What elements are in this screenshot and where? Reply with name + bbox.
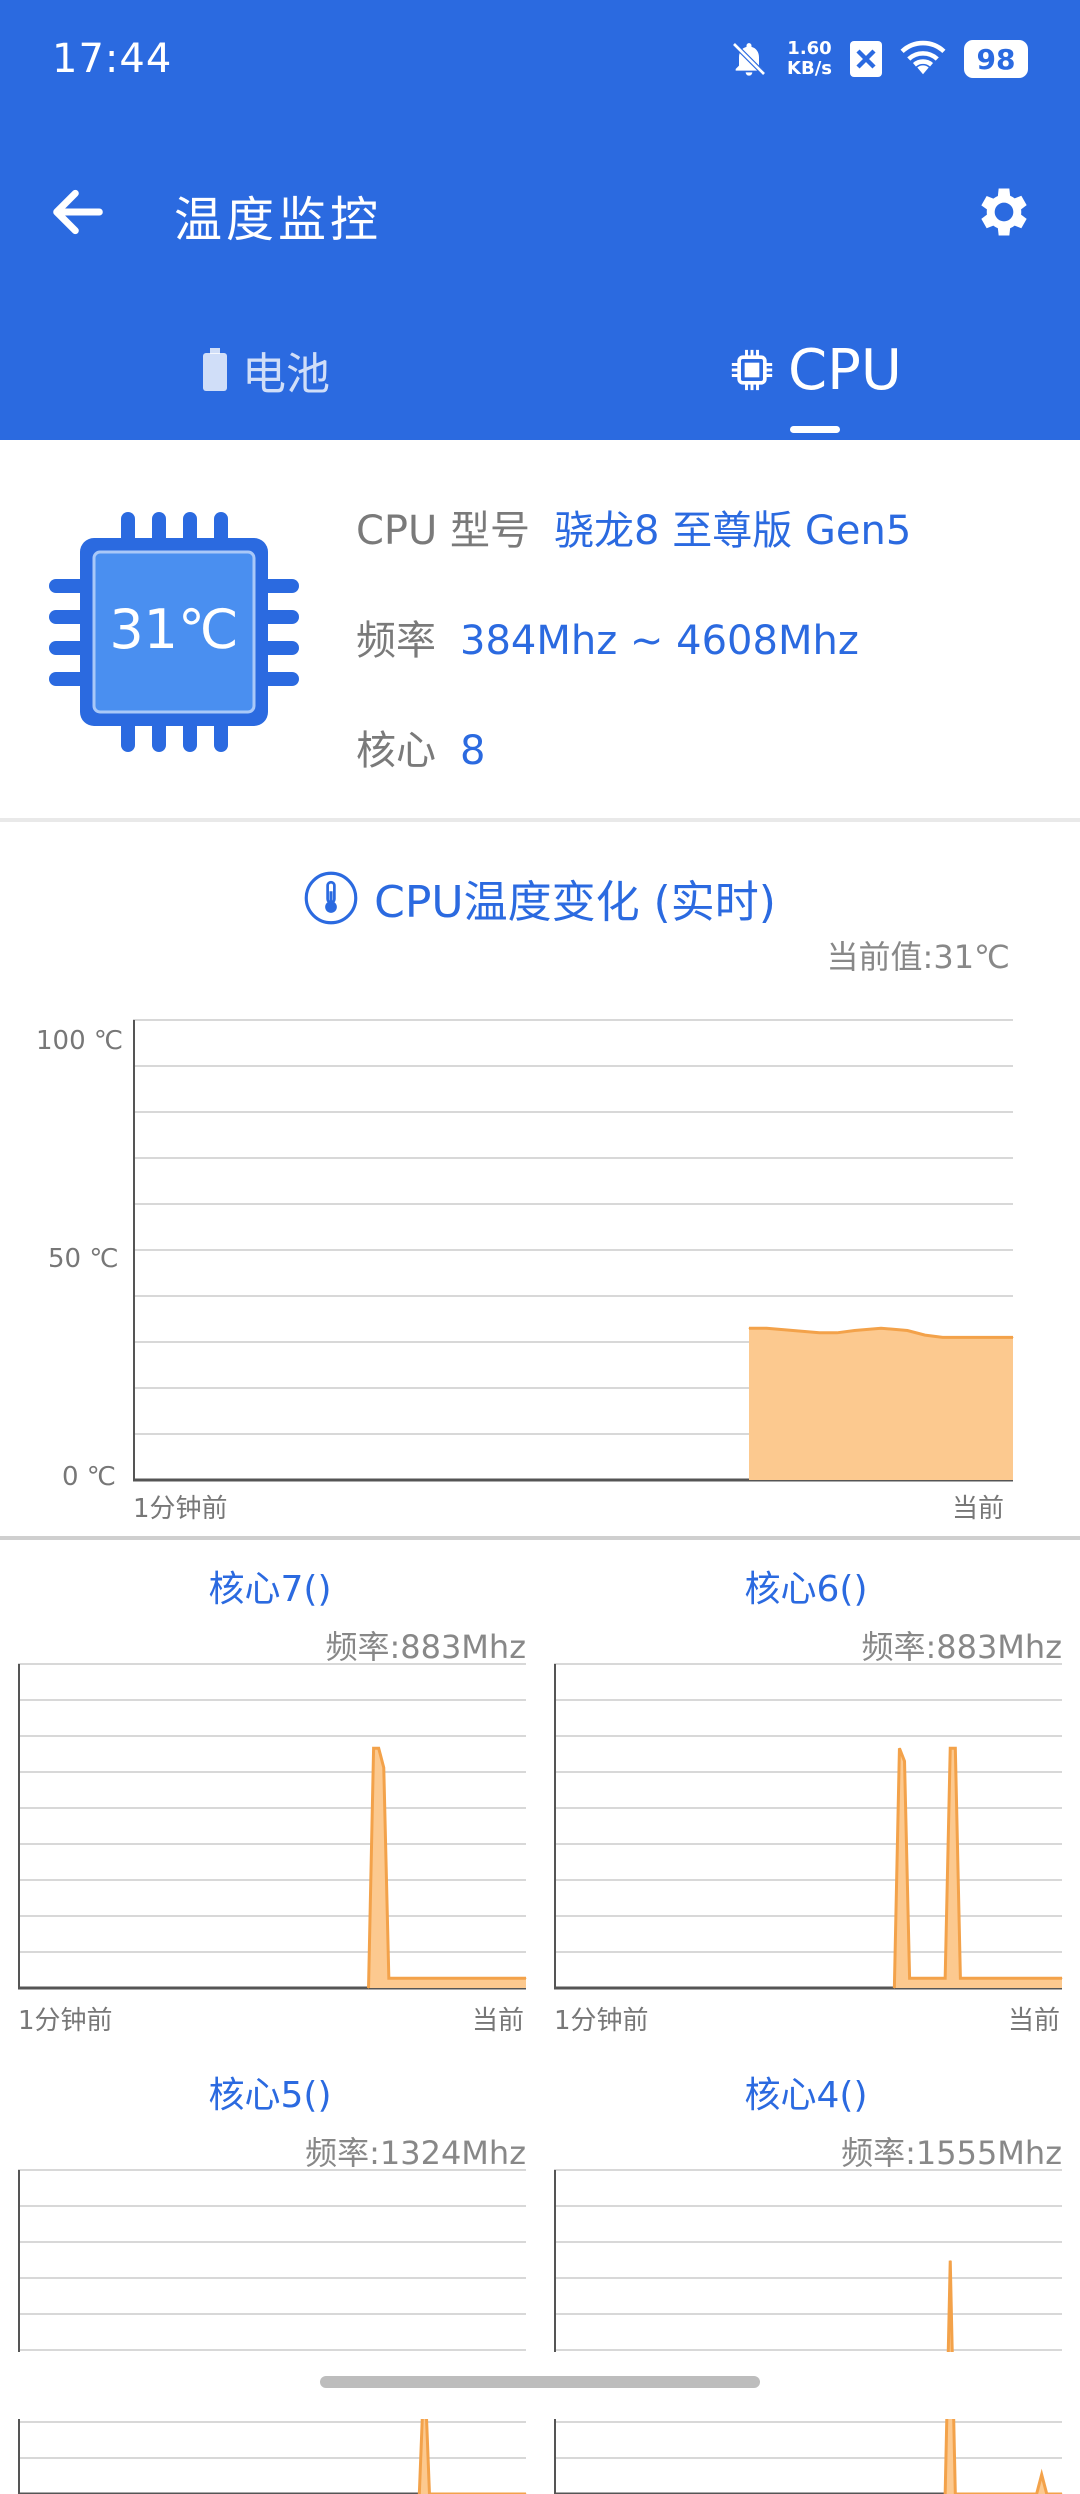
data-point: [914, 1978, 915, 1979]
core7-chart: [18, 1664, 526, 1988]
app-header: 17:44 1.60 KB/s 98: [0, 0, 1080, 440]
y-tick-50: 50 ℃: [48, 1244, 119, 1274]
core6-x-start: 1分钟前: [554, 2000, 649, 2037]
cpu-frequency-value: 384Mhz ~ 4608Mhz: [460, 618, 859, 664]
data-point: [526, 1978, 527, 1979]
home-indicator[interactable]: [320, 2376, 760, 2388]
thermometer-icon: [304, 871, 358, 925]
data-point: [1013, 1337, 1014, 1338]
tab-bar: 电池 CPU: [0, 330, 1080, 440]
core4-frequency: 频率:1555Mhz: [662, 2128, 1062, 2174]
data-point: [942, 1337, 943, 1338]
cpu-cores-value: 8: [460, 728, 485, 774]
cpu-model-row: CPU 型号骁龙8 至尊版 Gen5: [356, 498, 911, 556]
data-point: [766, 1328, 767, 1329]
data-point: [969, 1337, 970, 1338]
wifi-icon: [900, 40, 946, 78]
notifications-off-icon: [729, 39, 769, 79]
core7-title: 核心7(): [10, 1560, 530, 1612]
core7-frequency: 频率:883Mhz: [126, 1622, 526, 1668]
cpu-cores-row: 核心8: [356, 718, 485, 776]
data-point: [373, 1748, 374, 1749]
data-point: [854, 1330, 855, 1331]
data-point: [1041, 2474, 1042, 2475]
data-point: [378, 1748, 379, 1749]
data-point: [881, 1328, 882, 1329]
cpu-model-value: 骁龙8 至尊版 Gen5: [554, 508, 911, 554]
gear-icon[interactable]: [972, 180, 1036, 244]
data-point: [945, 1978, 946, 1979]
data-point: [837, 1332, 838, 1333]
data-point: [925, 1335, 926, 1336]
data-point: [960, 1978, 961, 1979]
x-label-start: 1分钟前: [133, 1488, 228, 1525]
series-area: [749, 1328, 1013, 1480]
core6-x-end: 当前: [1008, 2000, 1060, 2037]
data-point: [749, 1328, 750, 1329]
core6-chart: [554, 1664, 1062, 1988]
data-point: [368, 1988, 369, 1989]
status-time: 17:44: [52, 36, 172, 82]
data-point: [940, 1978, 941, 1979]
cpu-info-card: 31℃ CPU 型号骁龙8 至尊版 Gen5 频率384Mhz ~ 4608Mh…: [0, 442, 1080, 820]
back-arrow-icon[interactable]: [46, 180, 110, 244]
core7-x-end: 当前: [472, 2000, 524, 2037]
chart-divider: [0, 1536, 1080, 1540]
cpu-frequency-row: 频率384Mhz ~ 4608Mhz: [356, 608, 859, 666]
chip-temperature: 31℃: [94, 598, 254, 661]
page-title: 温度监控: [174, 180, 382, 250]
core5-frequency: 频率:1324Mhz: [126, 2128, 526, 2174]
data-point: [950, 1748, 951, 1749]
data-point: [909, 1978, 910, 1979]
data-point: [904, 1761, 905, 1762]
core5-title: 核心5(): [10, 2066, 530, 2118]
core4-title: 核心4(): [546, 2066, 1066, 2118]
data-point: [894, 1988, 895, 1989]
data-point: [1062, 1978, 1063, 1979]
core6-frequency: 频率:883Mhz: [662, 1622, 1062, 1668]
data-point: [950, 2260, 951, 2261]
toolbar: 温度监控: [0, 160, 1080, 260]
data-point: [955, 1748, 956, 1749]
tab-indicator: [790, 426, 840, 433]
battery-icon: [202, 348, 228, 392]
x-label-end: 当前: [952, 1488, 1004, 1525]
battery-indicator: 98: [964, 40, 1028, 78]
core6-title: 核心6(): [546, 1560, 1066, 1612]
cpu-chip-icon: [730, 348, 774, 392]
temperature-chart: [133, 1020, 1013, 1480]
data-point: [819, 1332, 820, 1333]
y-tick-0: 0 ℃: [62, 1462, 116, 1492]
data-point: [899, 1748, 900, 1749]
temp-chart-title: CPU温度变化 (实时): [0, 866, 1080, 930]
data-point: [383, 1767, 384, 1768]
core4-chart: [554, 2170, 1062, 2494]
current-temperature: 当前值:31℃: [827, 932, 1010, 978]
data-point: [907, 1330, 908, 1331]
tab-cpu[interactable]: CPU: [730, 330, 902, 410]
data-point: [793, 1330, 794, 1331]
status-bar: 17:44 1.60 KB/s 98: [0, 0, 1080, 120]
core5-chart: [18, 2170, 526, 2494]
section-divider: [0, 818, 1080, 822]
y-tick-100: 100 ℃: [36, 1026, 123, 1056]
data-point: [388, 1978, 389, 1979]
tab-battery[interactable]: 电池: [202, 330, 330, 410]
network-speed: 1.60 KB/s: [787, 39, 832, 79]
sim-off-icon: [850, 41, 882, 77]
status-icons: 1.60 KB/s 98: [729, 34, 1028, 84]
core7-x-start: 1分钟前: [18, 2000, 113, 2037]
